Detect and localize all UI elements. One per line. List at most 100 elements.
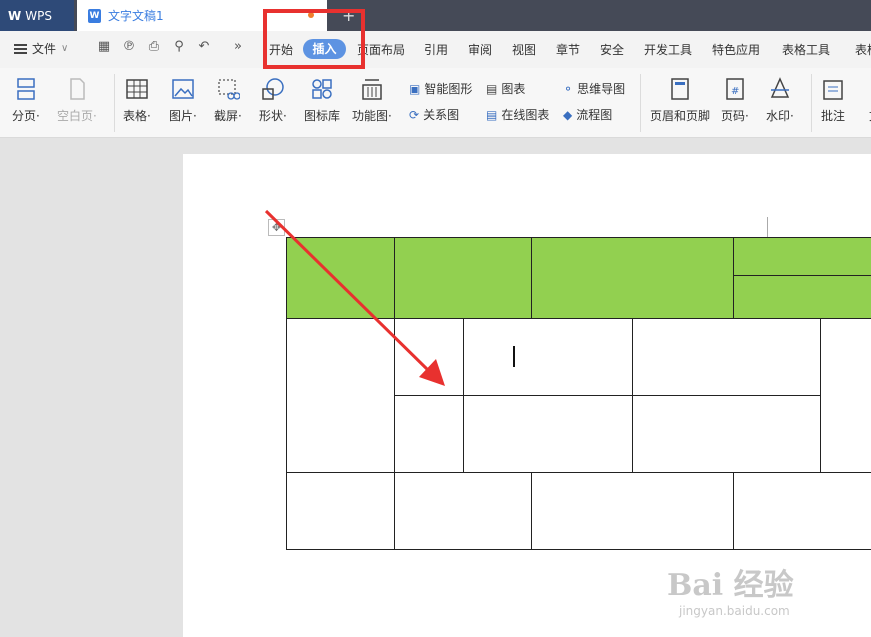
smart-shape-icon: ▣ <box>409 81 421 96</box>
relation-chart-button[interactable]: ⟳ 关系图 <box>409 106 459 123</box>
online-chart-icon: ▤ <box>486 107 498 122</box>
page-break-button[interactable]: 分页· <box>12 76 40 124</box>
ribbon-divider <box>811 74 812 132</box>
wps-logo-icon: W <box>8 8 22 23</box>
tab-view[interactable]: 视图 <box>512 41 536 58</box>
table-cell[interactable] <box>394 318 464 396</box>
table-cell[interactable] <box>531 472 734 550</box>
page-margin-mark <box>767 217 768 237</box>
undo-icon[interactable]: ↶ <box>196 39 212 55</box>
mind-map-label: 思维导图 <box>577 82 626 96</box>
annotation-highlight-box <box>263 9 365 69</box>
more-icon[interactable]: » <box>230 39 246 55</box>
table-cell[interactable] <box>286 318 395 473</box>
watermark-button[interactable]: 水印· <box>766 76 794 124</box>
chart-label: 图表 <box>501 82 526 96</box>
table-cell[interactable] <box>733 237 871 276</box>
icon-library-label: 图标库 <box>304 109 341 123</box>
table-label: 表格· <box>123 109 151 123</box>
watermark-brand: Bai 经验 <box>667 568 794 603</box>
header-footer-button[interactable]: 页眉和页脚 <box>650 76 710 124</box>
table-cell[interactable] <box>632 318 821 396</box>
page-number-label: 页码· <box>721 109 749 123</box>
watermark-label: 水印· <box>766 109 794 123</box>
wps-home-tab[interactable]: W WPS <box>0 0 74 31</box>
flowchart-label: 流程图 <box>576 108 613 122</box>
smart-shape-label: 智能图形 <box>424 82 473 96</box>
header-footer-icon <box>667 76 693 102</box>
print-icon[interactable]: ⎙ <box>146 39 162 55</box>
print-preview-icon[interactable]: ⚲ <box>171 39 187 55</box>
smart-shape-button[interactable]: ▣ 智能图形 <box>409 80 472 97</box>
table-cell[interactable] <box>463 395 633 473</box>
blank-page-label: 空白页· <box>57 109 97 123</box>
picture-button[interactable]: 图片· <box>169 76 197 124</box>
shape-label: 形状· <box>259 109 287 123</box>
svg-text:#: # <box>731 86 739 97</box>
baidu-watermark: Bai 经验 jingyan.baidu.com <box>667 560 794 618</box>
table-cell[interactable] <box>394 237 532 319</box>
insert-ribbon: 分页· 空白页· 表格· 图片· 截屏· 形状· 图标库 功能图· ▣ 智能图形… <box>0 68 871 138</box>
header-footer-label: 页眉和页脚 <box>650 109 711 123</box>
text-box-icon <box>862 76 871 102</box>
document-tab-title: 文字文稿1 <box>108 9 164 23</box>
table-cell[interactable] <box>394 395 464 473</box>
table-cell[interactable] <box>632 395 821 473</box>
relation-chart-label: 关系图 <box>423 108 460 122</box>
picture-icon <box>170 76 196 102</box>
bar-chart-icon: ▤ <box>486 81 498 96</box>
menu-bar: 文件 ∨ ▦ ℗ ⎙ ⚲ ↶ » 开始 插入 页面布局 引用 审阅 视图 章节 … <box>0 31 871 68</box>
tab-table-style[interactable]: 表样 <box>855 41 871 58</box>
chevron-down-icon: ∨ <box>61 43 69 54</box>
table-cell[interactable] <box>820 318 871 473</box>
screenshot-label: 截屏· <box>214 109 242 123</box>
watermark-icon <box>767 76 793 102</box>
format-painter-icon[interactable]: ℗ <box>121 39 137 55</box>
shape-button[interactable]: 形状· <box>259 76 287 124</box>
table-move-handle[interactable]: ✥ <box>268 219 285 236</box>
file-menu-label: 文件 <box>32 42 57 56</box>
chart-button[interactable]: ▤ 图表 <box>486 80 525 97</box>
mind-map-button[interactable]: ⚬ 思维导图 <box>563 80 625 97</box>
table-cell[interactable] <box>733 275 871 319</box>
comment-button[interactable]: 批注 <box>820 76 846 124</box>
text-box-button[interactable]: 文 <box>862 76 871 124</box>
tab-security[interactable]: 安全 <box>600 41 624 58</box>
watermark-url: jingyan.baidu.com <box>679 604 790 618</box>
function-chart-icon <box>359 76 385 102</box>
online-chart-label: 在线图表 <box>501 108 550 122</box>
icon-library-button[interactable]: 图标库 <box>304 76 340 124</box>
relation-chart-icon: ⟳ <box>409 107 420 122</box>
table-button[interactable]: 表格· <box>123 76 151 124</box>
blank-page-button[interactable]: 空白页· <box>57 76 97 124</box>
tab-references[interactable]: 引用 <box>424 41 448 58</box>
blank-page-icon <box>64 76 90 102</box>
tab-table-tools[interactable]: 表格工具 <box>782 41 830 58</box>
tab-features[interactable]: 特色应用 <box>712 41 760 58</box>
screenshot-button[interactable]: 截屏· <box>214 76 242 124</box>
comment-label: 批注 <box>820 109 845 123</box>
online-chart-button[interactable]: ▤ 在线图表 <box>486 106 549 123</box>
ribbon-divider <box>114 74 115 132</box>
flowchart-button[interactable]: ◆ 流程图 <box>563 106 612 123</box>
comment-icon <box>820 76 846 102</box>
function-chart-button[interactable]: 功能图· <box>352 76 392 124</box>
table-cell-active[interactable] <box>463 318 633 396</box>
picture-label: 图片· <box>169 109 197 123</box>
table-cell[interactable] <box>733 472 871 550</box>
file-menu-button[interactable]: 文件 ∨ <box>14 40 68 57</box>
table-cell[interactable] <box>286 472 395 550</box>
tab-review[interactable]: 审阅 <box>468 41 492 58</box>
tab-developer[interactable]: 开发工具 <box>644 41 692 58</box>
save-icon[interactable]: ▦ <box>96 39 112 55</box>
table-icon <box>124 76 150 102</box>
table-cell[interactable] <box>531 237 734 319</box>
shape-icon <box>260 76 286 102</box>
flowchart-icon: ◆ <box>563 107 573 122</box>
table-cell[interactable] <box>394 472 532 550</box>
title-bar: W WPS W 文字文稿1 + <box>0 0 871 31</box>
page-number-button[interactable]: # 页码· <box>721 76 749 124</box>
tab-section[interactable]: 章节 <box>556 41 580 58</box>
table-cell[interactable] <box>286 237 395 319</box>
hamburger-icon <box>14 43 27 54</box>
